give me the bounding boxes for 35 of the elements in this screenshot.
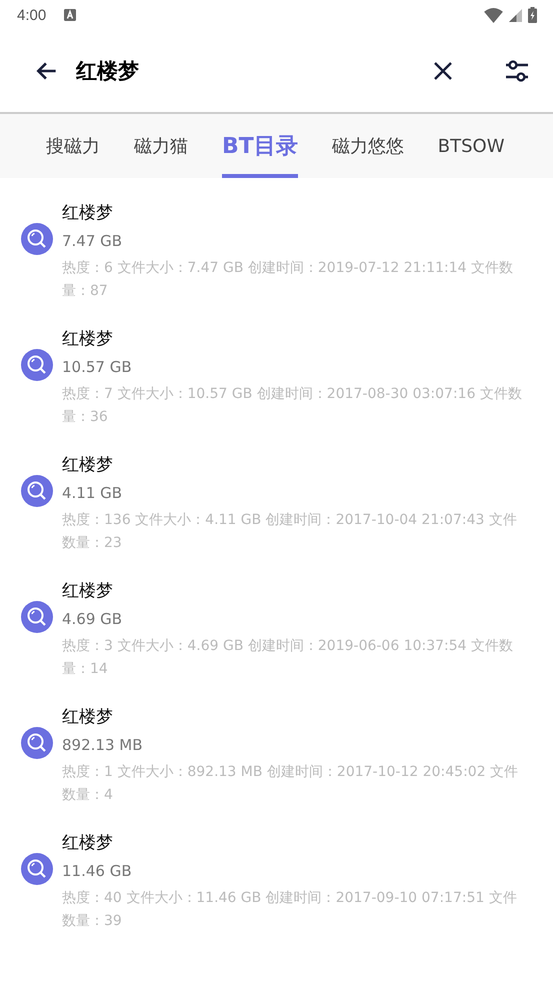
- tab[interactable]: 磁力悠悠: [332, 114, 404, 178]
- result-size: 4.11 GB: [62, 483, 124, 504]
- result-title[interactable]: 红楼梦: [62, 703, 527, 731]
- result-details: 热度：1 文件大小：892.13 MB 创建时间：2017-10-12 20:45:02 文件数量：4: [62, 763, 520, 805]
- search-icon: [21, 601, 53, 633]
- keyboard-notification-icon: [64, 9, 76, 21]
- result-size: 11.46 GB: [62, 861, 133, 882]
- result-title[interactable]: 红楼梦: [62, 199, 527, 227]
- result-title[interactable]: 红楼梦: [62, 829, 527, 857]
- status-time: 4:00: [17, 6, 46, 24]
- result-size: 4.69 GB: [62, 609, 124, 630]
- result-details: 热度：3 文件大小：4.69 GB 创建时间：2019-06-06 10:37:54 文件数量：14: [62, 637, 514, 679]
- result-details: 热度：136 文件大小：4.11 GB 创建时间：2017-10-04 21:07:43 文件数量：23: [62, 511, 518, 553]
- wifi-icon: [484, 8, 503, 22]
- result-size: 892.13 MB: [62, 735, 144, 756]
- tab[interactable]: BTSOW: [438, 114, 505, 178]
- result-title[interactable]: 红楼梦: [62, 325, 527, 353]
- result-details: 热度：40 文件大小：11.46 GB 创建时间：2017-09-10 07:17:51 文件数量：39: [62, 889, 518, 931]
- signal-icon: [509, 8, 522, 22]
- search-field[interactable]: 红楼梦: [72, 55, 419, 87]
- search-icon: [21, 727, 53, 759]
- search-icon: [21, 853, 53, 885]
- tab[interactable]: 磁力猫: [134, 114, 188, 178]
- tab[interactable]: BT目录: [222, 114, 298, 178]
- result-size: 10.57 GB: [62, 357, 133, 378]
- result-details: 热度：7 文件大小：10.57 GB 创建时间：2017-08-30 03:07:16 文件数量：36: [62, 385, 523, 427]
- result-title[interactable]: 红楼梦: [62, 451, 527, 479]
- search-icon: [21, 349, 53, 381]
- search-icon: [21, 223, 53, 255]
- result-title[interactable]: 红楼梦: [62, 577, 527, 605]
- result-details: 热度：6 文件大小：7.47 GB 创建时间：2019-07-12 21:11:14 文件数量：87: [62, 259, 514, 301]
- battery-icon: [528, 7, 537, 23]
- result-size: 7.47 GB: [62, 231, 124, 252]
- search-icon: [21, 475, 53, 507]
- tab[interactable]: 搜磁力: [46, 114, 100, 178]
